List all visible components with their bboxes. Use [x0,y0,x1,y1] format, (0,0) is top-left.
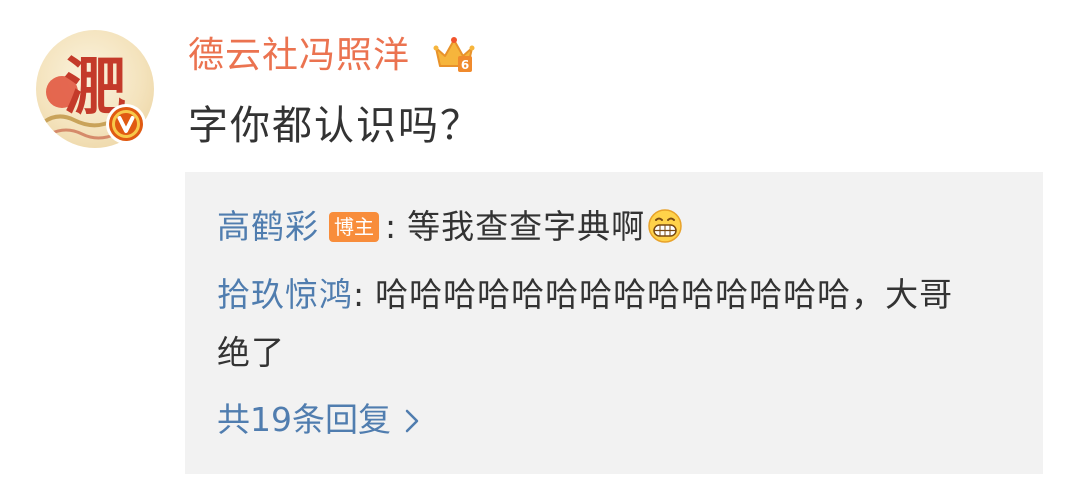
verified-v-icon [109,107,143,141]
reply-separator: : [385,207,398,246]
grin-emoji-icon [648,209,682,243]
comment-text: 字你都认识吗？ [188,103,482,149]
reply-box: 高鹤彩 博主: 等我查查字典啊 拾玖惊鸿: 哈哈哈哈哈哈哈哈哈哈哈哈哈哈，大哥绝了 共… [185,172,1043,474]
more-replies-label: 共19条回复 [217,400,391,439]
more-replies-link[interactable]: 共19条回复 [217,396,419,444]
reply-item: 拾玖惊鸿: 哈哈哈哈哈哈哈哈哈哈哈哈哈哈，大哥绝了 [217,266,957,382]
reply-author[interactable]: 高鹤彩 [217,207,319,246]
chevron-right-icon [405,409,419,433]
svg-text:6: 6 [461,58,469,72]
reply-author[interactable]: 拾玖惊鸿 [217,275,353,314]
verified-badge [106,104,146,144]
comment-username[interactable]: 德云社冯照洋 [188,32,410,80]
reply-item: 高鹤彩 博主: 等我查查字典啊 [217,198,683,256]
reply-separator: : [353,275,366,314]
blogger-tag: 博主 [329,212,379,242]
reply-text: 等我查查字典啊 [407,207,646,246]
crown-vip-icon: 6 [433,37,475,72]
